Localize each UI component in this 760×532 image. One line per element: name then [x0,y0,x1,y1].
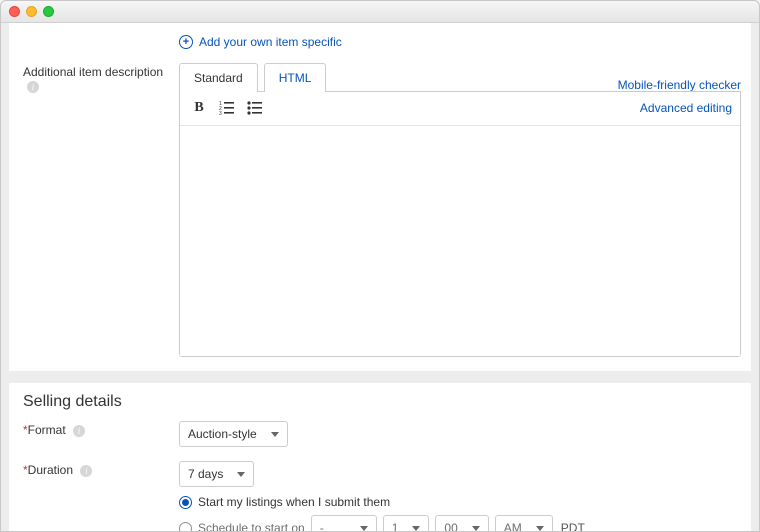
schedule-month-dropdown[interactable]: - [311,515,377,532]
plus-icon: + [179,35,193,49]
mobile-friendly-checker-link[interactable]: Mobile-friendly checker [618,70,741,92]
info-icon[interactable]: i [80,465,92,477]
bold-icon: B [194,100,203,116]
chevron-down-icon [472,526,480,531]
unordered-list-icon [247,101,263,115]
editor-wrap: B 1 2 3 [179,91,741,357]
start-now-label: Start my listings when I submit them [198,495,390,509]
schedule-ampm-dropdown[interactable]: AM [495,515,553,532]
window-minimize-button[interactable] [26,6,37,17]
radio-start-now[interactable] [179,496,192,509]
selling-details-title: Selling details [9,383,751,415]
format-dropdown[interactable]: Auction-style [179,421,288,447]
selling-details-panel: Selling details *Format i Auction-style … [9,383,751,532]
format-value: Auction-style [188,427,257,441]
ordered-list-button[interactable]: 1 2 3 [216,97,238,119]
start-now-radio-row[interactable]: Start my listings when I submit them [179,495,741,509]
schedule-date-value: 1 [392,521,399,532]
advanced-editing-link[interactable]: Advanced editing [640,101,732,115]
tab-html[interactable]: HTML [264,63,327,92]
radio-schedule[interactable] [179,522,192,532]
format-label: *Format i [23,421,179,437]
chevron-down-icon [412,526,420,531]
add-item-specific-label: Add your own item specific [199,35,342,49]
schedule-month-value: - [320,521,324,532]
schedule-minute-dropdown[interactable]: 00 [435,515,488,532]
info-icon[interactable]: i [27,81,39,93]
tab-standard[interactable]: Standard [179,63,258,92]
chevron-down-icon [360,526,368,531]
chevron-down-icon [536,526,544,531]
content-area: + Add your own item specific Additional … [1,23,759,532]
description-panel: + Add your own item specific Additional … [9,23,751,371]
schedule-timezone: PDT [561,521,585,532]
editor-toolbar: B 1 2 3 [180,91,740,126]
add-item-specific-link[interactable]: + Add your own item specific [179,27,741,63]
window-zoom-button[interactable] [43,6,54,17]
schedule-ampm-value: AM [504,521,522,532]
unordered-list-button[interactable] [244,97,266,119]
editor-tabs: Standard HTML Mobile-friendly checker [179,63,741,92]
info-icon[interactable]: i [73,425,85,437]
app-window: + Add your own item specific Additional … [0,0,760,532]
duration-label: *Duration i [23,461,179,477]
chevron-down-icon [271,432,279,437]
ordered-list-icon: 1 2 3 [219,101,235,115]
schedule-date-dropdown[interactable]: 1 [383,515,430,532]
window-close-button[interactable] [9,6,20,17]
svg-text:3: 3 [219,111,222,115]
schedule-minute-value: 00 [444,521,457,532]
schedule-label: Schedule to start on [198,521,305,532]
bold-button[interactable]: B [188,97,210,119]
chevron-down-icon [237,472,245,477]
duration-value: 7 days [188,467,223,481]
schedule-radio-row[interactable]: Schedule to start on - 1 00 [179,515,741,532]
titlebar [1,1,759,23]
duration-dropdown[interactable]: 7 days [179,461,254,487]
description-label: Additional item description i [23,63,179,93]
description-editor[interactable] [180,126,740,356]
